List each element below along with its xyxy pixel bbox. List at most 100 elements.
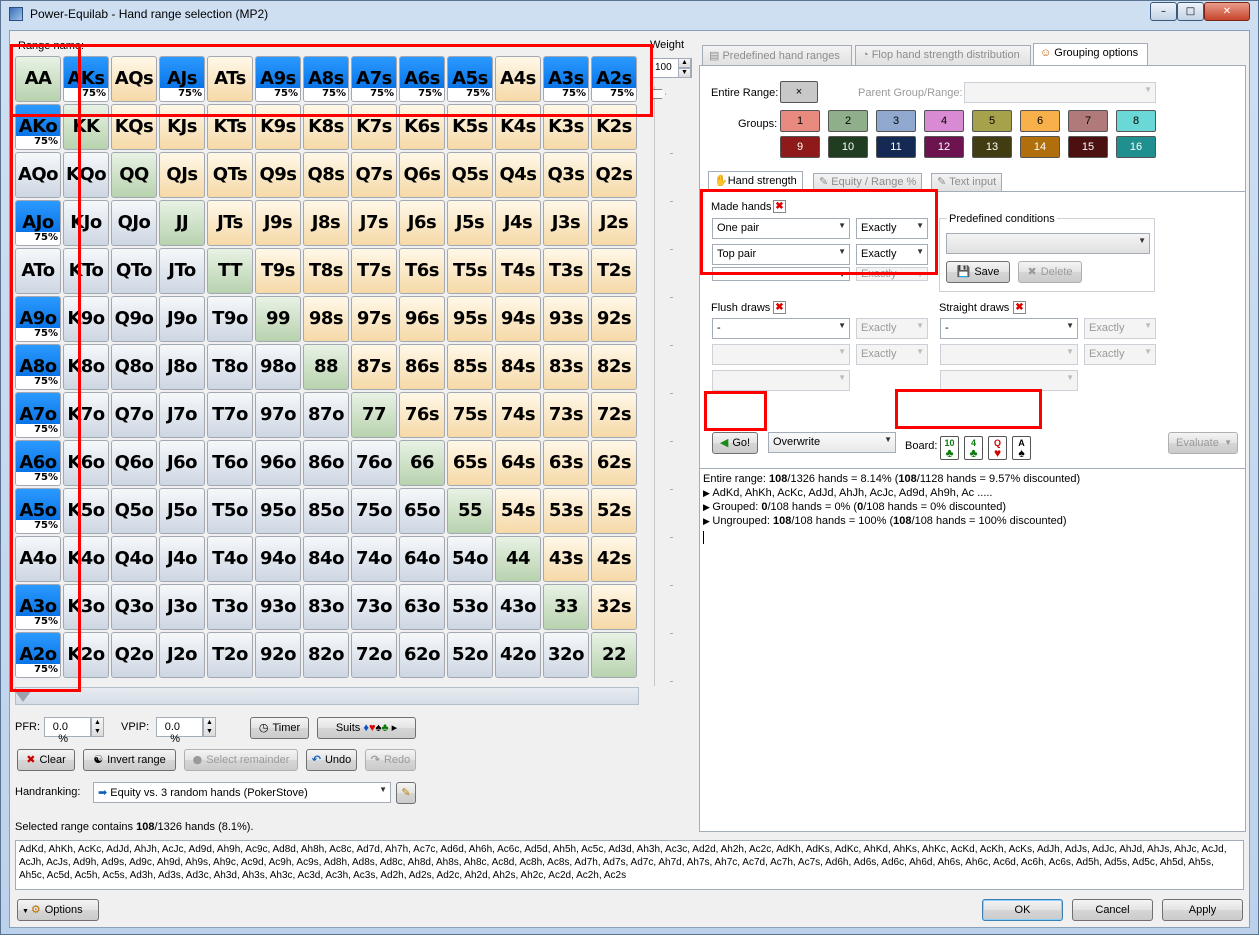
hand-cell-qq[interactable]: QQ [111,152,157,198]
hand-cell-33[interactable]: 33 [543,584,589,630]
hand-cell-94s[interactable]: 94s [495,296,541,342]
board-card-2[interactable]: 4 ♣ [964,436,983,460]
hand-cell-qjs[interactable]: QJs [159,152,205,198]
hand-cell-73o[interactable]: 73o [351,584,397,630]
made-hand-mode-2[interactable]: Exactly ▼ [856,244,928,265]
hand-cell-75o[interactable]: 75o [351,488,397,534]
remove-flush-draws-icon[interactable]: ✖ [773,301,786,314]
remove-made-hands-icon[interactable]: ✖ [773,200,786,213]
weight-up-icon[interactable]: ▲ [678,58,691,68]
hand-cell-k2s[interactable]: K2s [591,104,637,150]
hand-cell-kqo[interactable]: KQo [63,152,109,198]
hand-cell-t8s[interactable]: T8s [303,248,349,294]
hand-cell-a7o[interactable]: A7o 75% [15,392,61,438]
group-button-9[interactable]: 9 [780,136,820,158]
hand-cell-95o[interactable]: 95o [255,488,301,534]
delete-button[interactable]: ✖ Delete [1018,261,1082,283]
hand-cell-aqo[interactable]: AQo [15,152,61,198]
hand-cell-74s[interactable]: 74s [495,392,541,438]
hand-cell-k4o[interactable]: K4o [63,536,109,582]
hand-cell-k7s[interactable]: K7s [351,104,397,150]
hand-cell-a2o[interactable]: A2o 75% [15,632,61,678]
hand-cell-64s[interactable]: 64s [495,440,541,486]
hand-cell-84s[interactable]: 84s [495,344,541,390]
hand-cell-q3s[interactable]: Q3s [543,152,589,198]
hand-cell-k3s[interactable]: K3s [543,104,589,150]
hand-cell-t2s[interactable]: T2s [591,248,637,294]
straight-draw-select-1[interactable]: - ▼ [940,318,1078,339]
hand-cell-a3s[interactable]: A3s 75% [543,56,589,102]
hand-cell-j9s[interactable]: J9s [255,200,301,246]
predefined-conditions-select[interactable]: ▼ [946,233,1150,254]
hand-cell-62s[interactable]: 62s [591,440,637,486]
hand-cell-q5o[interactable]: Q5o [111,488,157,534]
hand-cell-62o[interactable]: 62o [399,632,445,678]
hand-cell-53s[interactable]: 53s [543,488,589,534]
apply-button[interactable]: Apply [1162,899,1243,921]
hand-cell-a8s[interactable]: A8s 75% [303,56,349,102]
group-button-8[interactable]: 8 [1116,110,1156,132]
hand-cell-j6s[interactable]: J6s [399,200,445,246]
maximize-button[interactable]: □ [1177,2,1204,21]
hand-cell-q6o[interactable]: Q6o [111,440,157,486]
hand-cell-99[interactable]: 99 [255,296,301,342]
hand-cell-kts[interactable]: KTs [207,104,253,150]
hand-cell-jts[interactable]: JTs [207,200,253,246]
hand-cell-t7o[interactable]: T7o [207,392,253,438]
hand-cell-q7s[interactable]: Q7s [351,152,397,198]
invert-range-button[interactable]: ☯ Invert range [83,749,176,771]
hand-cell-a9o[interactable]: A9o 75% [15,296,61,342]
hand-cell-65o[interactable]: 65o [399,488,445,534]
select-remainder-button[interactable]: ● Select remainder [184,749,298,771]
hand-cell-ako[interactable]: AKo 75% [15,104,61,150]
hand-cell-q3o[interactable]: Q3o [111,584,157,630]
hand-cell-42o[interactable]: 42o [495,632,541,678]
hand-cell-q2o[interactable]: Q2o [111,632,157,678]
redo-button[interactable]: ↷ Redo [365,749,416,771]
weight-down-icon[interactable]: ▼ [678,68,691,78]
horizontal-scrollbar[interactable] [15,687,639,705]
vpip-spinner-icon[interactable]: ▲ ▼ [203,717,216,737]
hand-cell-aqs[interactable]: AQs [111,56,157,102]
hand-cell-a9s[interactable]: A9s 75% [255,56,301,102]
flush-draw-mode-2[interactable]: Exactly ▼ [856,344,928,365]
hand-cell-j2s[interactable]: J2s [591,200,637,246]
hand-cell-a6o[interactable]: A6o 75% [15,440,61,486]
board-card-4[interactable]: A ♠ [1012,436,1031,460]
hand-cell-kqs[interactable]: KQs [111,104,157,150]
result-ungrouped[interactable]: ▶ Ungrouped: 108/108 hands = 100% (108/1… [703,514,1242,528]
hand-cell-43o[interactable]: 43o [495,584,541,630]
made-hand-mode-3[interactable]: Exactly ▼ [856,267,928,281]
minimize-button[interactable]: – [1150,2,1177,21]
hand-cell-k4s[interactable]: K4s [495,104,541,150]
hand-cell-t4o[interactable]: T4o [207,536,253,582]
hand-cell-22[interactable]: 22 [591,632,637,678]
hand-cell-97s[interactable]: 97s [351,296,397,342]
hand-cell-k9s[interactable]: K9s [255,104,301,150]
hand-cell-82o[interactable]: 82o [303,632,349,678]
hand-cell-96o[interactable]: 96o [255,440,301,486]
group-button-14[interactable]: 14 [1020,136,1060,158]
hand-cell-t2o[interactable]: T2o [207,632,253,678]
group-button-16[interactable]: 16 [1116,136,1156,158]
hand-cell-87s[interactable]: 87s [351,344,397,390]
options-button[interactable]: ▼ ⚙ Options [17,899,99,921]
hand-cell-k7o[interactable]: K7o [63,392,109,438]
pfr-input[interactable]: 0.0 % [44,717,91,745]
hand-cell-t3s[interactable]: T3s [543,248,589,294]
pfr-spinner-icon[interactable]: ▲ ▼ [91,717,104,737]
hand-cell-76o[interactable]: 76o [351,440,397,486]
hand-cell-92o[interactable]: 92o [255,632,301,678]
group-button-10[interactable]: 10 [828,136,868,158]
hand-cell-85s[interactable]: 85s [447,344,493,390]
hand-cell-q9s[interactable]: Q9s [255,152,301,198]
group-button-7[interactable]: 7 [1068,110,1108,132]
hand-cell-k3o[interactable]: K3o [63,584,109,630]
group-button-13[interactable]: 13 [972,136,1012,158]
go-mode-select[interactable]: Overwrite ▼ [768,432,896,453]
group-button-5[interactable]: 5 [972,110,1012,132]
ok-button[interactable]: OK [982,899,1063,921]
group-button-11[interactable]: 11 [876,136,916,158]
vpip-input[interactable]: 0.0 % [156,717,203,745]
hand-cell-k8o[interactable]: K8o [63,344,109,390]
